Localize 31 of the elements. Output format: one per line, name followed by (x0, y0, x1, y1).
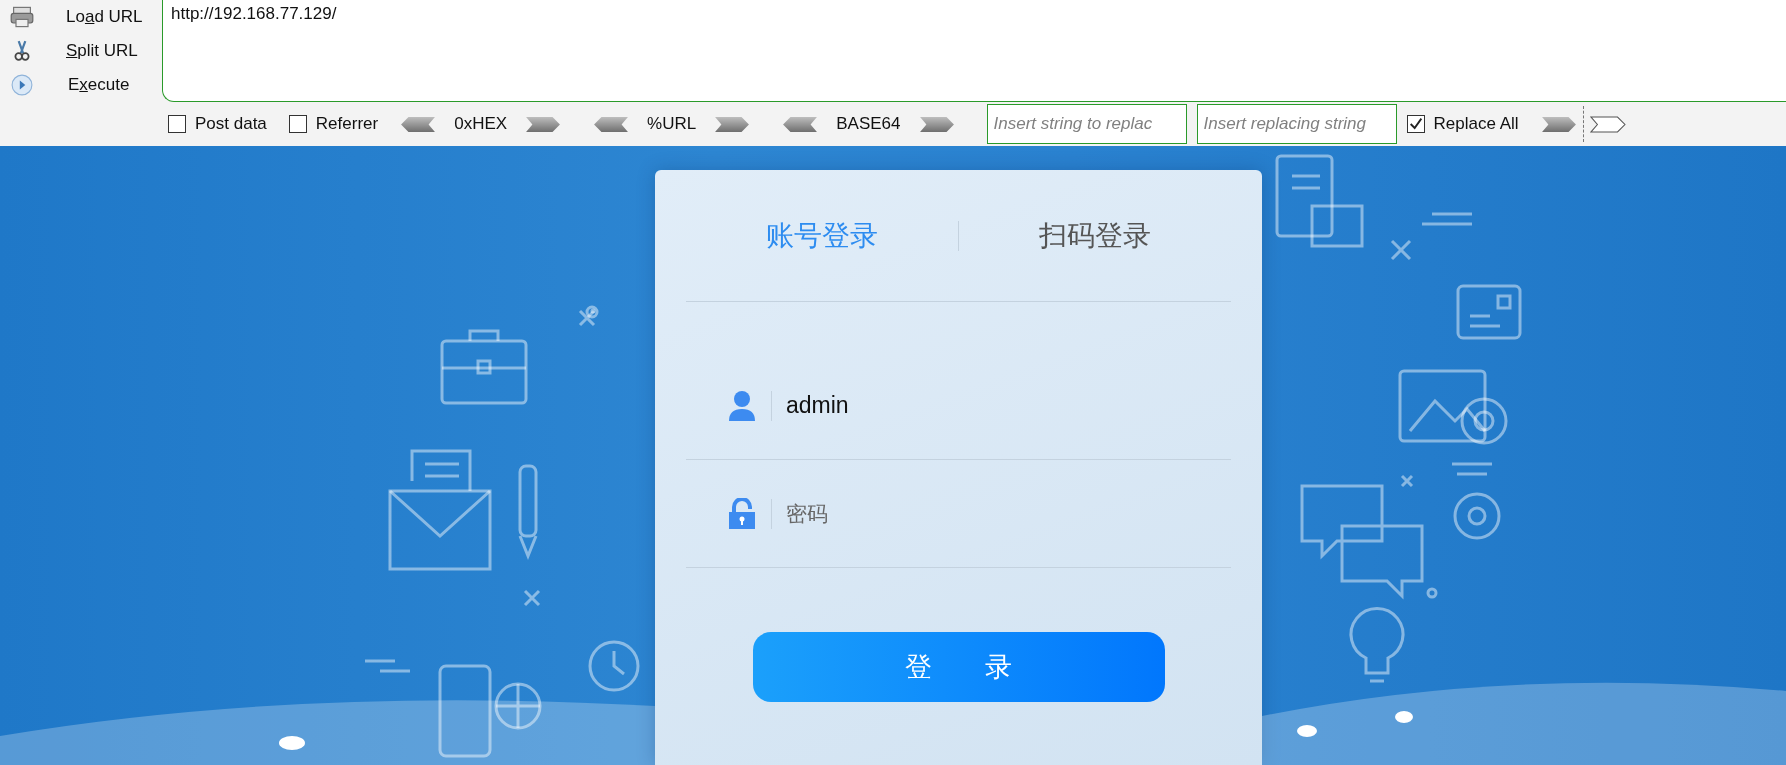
play-icon (10, 74, 34, 96)
encoding-label: 0xHEX (454, 114, 508, 134)
encoding-label: %URL (647, 114, 697, 134)
checkbox-label: Referrer (315, 114, 379, 134)
checkbox[interactable] (168, 115, 186, 133)
right-arrow-outline-icon[interactable] (1589, 115, 1626, 133)
left-arrow-icon[interactable] (400, 115, 437, 133)
encoding-label: BASE64 (836, 114, 901, 134)
left-arrow-icon[interactable] (593, 115, 630, 133)
toolbar-action[interactable]: Load URL (0, 0, 162, 34)
user-icon (728, 389, 756, 422)
right-arrow-icon[interactable] (525, 115, 562, 133)
login-button[interactable]: 登 录 (752, 632, 1165, 702)
right-arrow-icon[interactable] (714, 115, 751, 133)
printer-icon (10, 6, 34, 28)
checkbox-label: Post data (195, 114, 267, 134)
checkbox[interactable] (288, 115, 307, 133)
left-arrow-icon[interactable] (782, 115, 819, 133)
login-tab[interactable]: 扫码登录 (959, 216, 1231, 255)
checkbox[interactable] (1406, 115, 1425, 133)
lock-icon (728, 497, 756, 530)
replace-search-field[interactable]: Insert string to replac (986, 104, 1187, 144)
username-field[interactable]: admin (786, 392, 849, 419)
url-field[interactable]: http://192.168.77.129/ (162, 0, 1786, 102)
right-arrow-icon[interactable] (1540, 115, 1577, 133)
toolbar-action[interactable]: Execute (0, 68, 162, 102)
toolbar-action[interactable]: Split URL (0, 34, 162, 68)
replace-with-field[interactable]: Insert replacing string (1196, 104, 1397, 144)
right-arrow-icon[interactable] (918, 115, 955, 133)
checkbox-label: Replace All (1433, 114, 1519, 134)
password-field[interactable]: 密码 (786, 499, 828, 528)
